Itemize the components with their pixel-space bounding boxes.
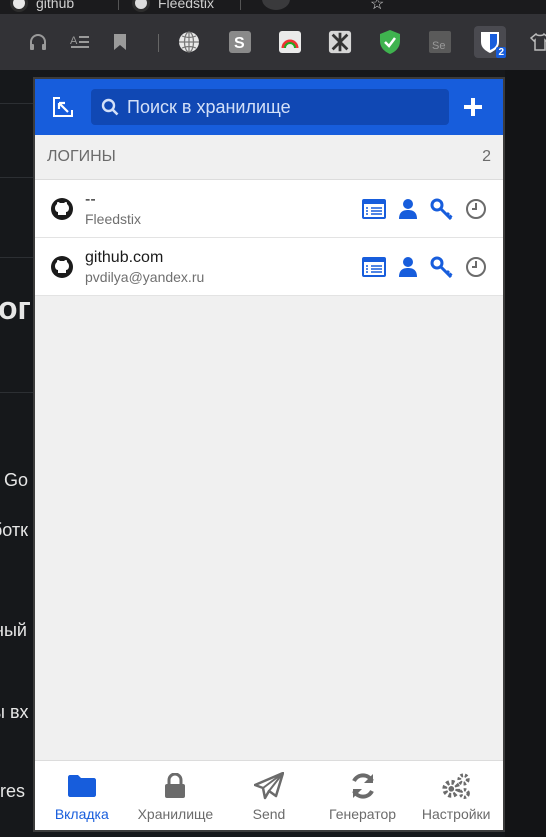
add-item-button[interactable]: [459, 93, 487, 121]
shield-check-icon[interactable]: [378, 30, 402, 54]
puzzle-extension-icon[interactable]: [328, 30, 352, 54]
popup-header: Поиск в хранилище: [35, 79, 503, 135]
cogs-icon: [440, 770, 472, 802]
clock-icon[interactable]: [463, 254, 489, 280]
github-icon: [49, 196, 75, 222]
search-input[interactable]: Поиск в хранилище: [91, 89, 449, 125]
reader-mode-icon[interactable]: A: [68, 30, 92, 54]
login-name: github.com: [85, 248, 164, 266]
copy-username-icon[interactable]: [395, 196, 421, 222]
tab-separator: [240, 0, 241, 10]
search-icon: [101, 98, 119, 116]
background-heading-fragment: ог: [0, 290, 31, 326]
plus-icon: [464, 98, 482, 116]
copy-password-key-icon[interactable]: [429, 254, 455, 280]
login-list: -- Fleedstix github.com pvdilya@yandex.r…: [35, 180, 503, 296]
nav-label: Send: [252, 805, 286, 822]
tab-separator: [118, 0, 119, 10]
github-favicon-icon: [10, 0, 28, 12]
divider: [0, 103, 34, 104]
section-count: 2: [482, 148, 491, 165]
bookmark-star-icon[interactable]: ☆: [370, 0, 384, 14]
login-item[interactable]: github.com pvdilya@yandex.ru: [35, 238, 503, 296]
paper-plane-icon: [253, 770, 285, 802]
chrome-extension-icon[interactable]: [278, 30, 302, 54]
refresh-icon: [347, 770, 379, 802]
lock-icon: [159, 770, 191, 802]
divider: [0, 177, 34, 178]
bitwarden-extension-button[interactable]: 2: [474, 26, 506, 58]
bottom-nav: Вкладка Хранилище Send Генератор Настрой…: [35, 760, 503, 830]
background-text-fragment: ный: [0, 620, 27, 640]
divider: [0, 392, 34, 393]
svg-text:A: A: [70, 35, 78, 47]
globe-icon[interactable]: [177, 30, 201, 54]
view-details-icon[interactable]: [361, 196, 387, 222]
github-favicon-icon: [132, 0, 150, 12]
nav-label: Хранилище: [137, 805, 214, 822]
nav-settings[interactable]: Настройки: [409, 761, 503, 830]
bitwarden-popup: Поиск в хранилище ЛОГИНЫ 2 -- Fleedstix: [33, 77, 505, 832]
shirt-icon[interactable]: [528, 30, 546, 54]
browser-tab-github[interactable]: github: [10, 0, 74, 12]
browser-toolbar: A S Se 2: [0, 14, 546, 70]
tab-title: Fleedstix: [158, 0, 215, 11]
seo-extension-icon[interactable]: Se: [428, 30, 452, 54]
background-text-fragment: ires: [0, 781, 26, 801]
background-right-panel: [505, 70, 546, 837]
logins-section-header: ЛОГИНЫ 2: [35, 135, 503, 180]
login-username: pvdilya@yandex.ru: [85, 268, 205, 285]
nav-tab[interactable]: Вкладка: [35, 761, 129, 830]
nav-vault[interactable]: Хранилище: [129, 761, 223, 830]
nav-label: Настройки: [421, 805, 491, 822]
background-text-fragment: s Go: [0, 470, 29, 490]
nav-send[interactable]: Send: [222, 761, 316, 830]
browser-tab-fleedstix[interactable]: Fleedstix: [132, 0, 214, 12]
svg-text:Se: Se: [432, 40, 445, 52]
view-details-icon[interactable]: [361, 254, 387, 280]
search-placeholder: Поиск в хранилище: [127, 96, 291, 117]
extension-badge: 2: [496, 47, 506, 58]
browser-tabstrip: github Fleedstix ☆: [0, 0, 546, 14]
divider: [0, 257, 34, 258]
nav-generator[interactable]: Генератор: [316, 761, 410, 830]
copy-username-icon[interactable]: [395, 254, 421, 280]
popout-icon: [53, 97, 73, 117]
nav-label: Вкладка: [54, 805, 109, 822]
background-text-fragment: ботк: [0, 520, 29, 540]
login-item[interactable]: -- Fleedstix: [35, 180, 503, 238]
bookmark-icon[interactable]: [108, 30, 132, 54]
new-tab-button[interactable]: [262, 0, 290, 10]
headphones-icon[interactable]: [26, 30, 50, 54]
copy-password-key-icon[interactable]: [429, 196, 455, 222]
login-username: Fleedstix: [85, 210, 142, 227]
s-extension-icon[interactable]: S: [228, 30, 252, 54]
login-name: --: [85, 190, 96, 208]
background-text-fragment: ы вх: [0, 702, 29, 722]
github-icon: [49, 254, 75, 280]
tab-title: github: [36, 0, 75, 11]
folder-icon: [66, 770, 98, 802]
nav-label: Генератор: [329, 805, 397, 822]
section-title: ЛОГИНЫ: [47, 148, 116, 165]
svg-text:S: S: [234, 35, 245, 52]
popout-button[interactable]: [49, 93, 77, 121]
clock-icon[interactable]: [463, 196, 489, 222]
toolbar-separator: [158, 34, 159, 52]
